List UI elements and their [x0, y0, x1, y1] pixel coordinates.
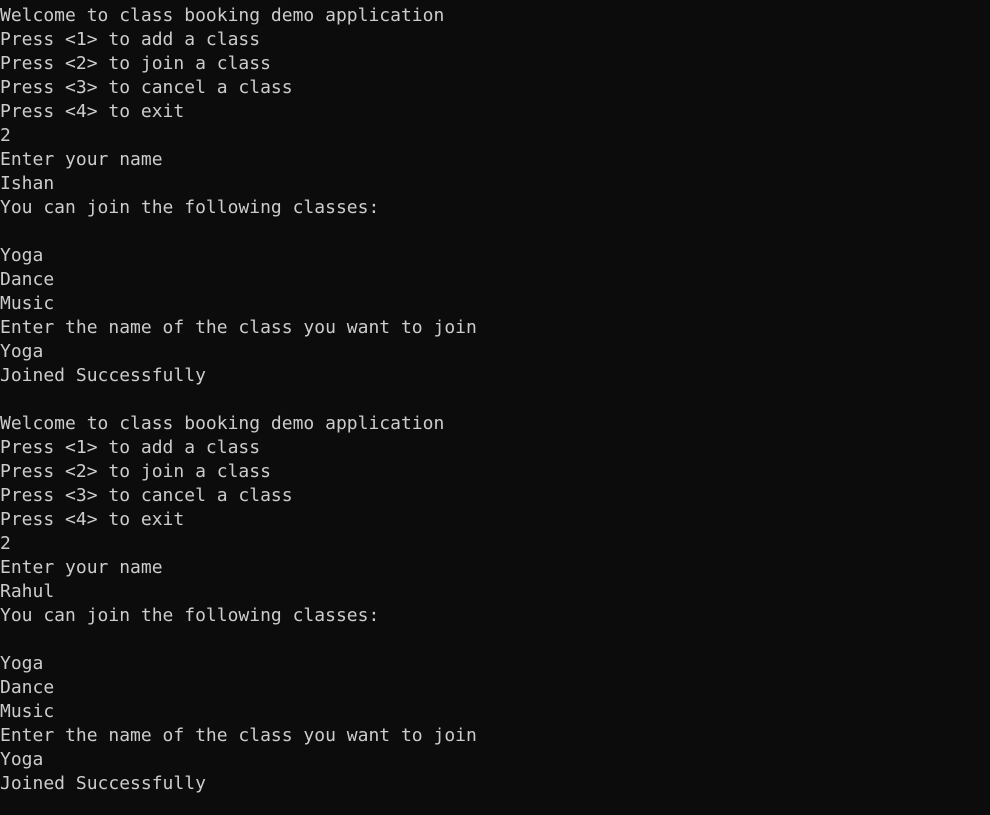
console-line: Yoga	[0, 245, 44, 266]
console-line: Enter your name	[0, 149, 163, 170]
console-line: You can join the following classes:	[0, 605, 380, 626]
console-line: Welcome to class booking demo applicatio…	[0, 5, 445, 26]
console-line: Press <4> to exit	[0, 509, 185, 530]
console-line: Joined Successfully	[0, 773, 206, 794]
console-line: You can join the following classes:	[0, 197, 380, 218]
console-line: Yoga	[0, 749, 44, 770]
console-line: Press <2> to join a class	[0, 461, 271, 482]
console-line: Enter the name of the class you want to …	[0, 725, 477, 746]
console-line: Welcome to class booking demo applicatio…	[0, 413, 445, 434]
console-line: Yoga	[0, 341, 44, 362]
console-line: Press <2> to join a class	[0, 53, 271, 74]
console-line: 2	[0, 125, 11, 146]
console-line: Joined Successfully	[0, 365, 206, 386]
console-line: Music	[0, 293, 55, 314]
console-line: Press <4> to exit	[0, 101, 185, 122]
console-line: Enter the name of the class you want to …	[0, 317, 477, 338]
console-line: Press <1> to add a class	[0, 437, 261, 458]
console-output[interactable]: Welcome to class booking demo applicatio…	[0, 4, 990, 815]
console-line: Yoga	[0, 653, 44, 674]
console-line: Press <1> to add a class	[0, 29, 261, 50]
console-line: 2	[0, 533, 11, 554]
console-line: Music	[0, 701, 55, 722]
console-line: Dance	[0, 677, 55, 698]
console-line: Press <3> to cancel a class	[0, 485, 293, 506]
console-line: Enter your name	[0, 557, 163, 578]
console-line: Ishan	[0, 173, 55, 194]
console-line: Rahul	[0, 581, 55, 602]
console-line: Press <3> to cancel a class	[0, 77, 293, 98]
console-line: Dance	[0, 269, 55, 290]
